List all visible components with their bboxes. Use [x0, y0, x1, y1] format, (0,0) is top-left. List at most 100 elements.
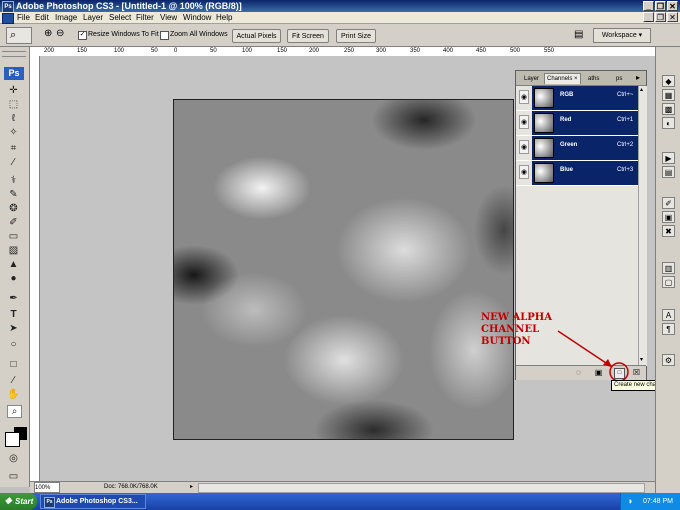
history-brush-icon[interactable]: ✐	[7, 217, 20, 228]
workspace-menu[interactable]: Workspace ▾	[593, 28, 651, 43]
color-icon[interactable]: ▦	[662, 89, 675, 101]
clone-stamp-icon[interactable]: ❂	[7, 203, 20, 214]
zoom-all-windows-checkbox[interactable]	[160, 31, 169, 40]
resize-windows-checkbox[interactable]: ✓	[78, 31, 87, 40]
print-size-button[interactable]: Print Size	[336, 29, 376, 43]
menu-window[interactable]: Window	[183, 12, 211, 24]
history-icon[interactable]: ▤	[662, 166, 675, 178]
zoom-icon[interactable]: ⌕	[7, 405, 22, 418]
channel-row-blue[interactable]: ◉ Blue Ctrl+3	[516, 161, 638, 186]
healing-brush-icon[interactable]: ⚕	[7, 175, 20, 186]
blur-icon[interactable]: ▲	[7, 259, 20, 270]
eye-icon[interactable]: ◉	[519, 140, 529, 154]
channel-row-green[interactable]: ◉ Green Ctrl+2	[516, 136, 638, 161]
eye-icon[interactable]: ◉	[519, 90, 529, 104]
toolbox-grip[interactable]	[2, 51, 26, 57]
taskbar-item-photoshop[interactable]: Ps Adobe Photoshop CS3...	[40, 494, 146, 509]
styles-icon[interactable]: ◐	[662, 117, 675, 129]
hand-icon[interactable]: ✋	[7, 389, 20, 400]
close-button[interactable]: ✕	[667, 1, 678, 11]
menu-edit[interactable]: Edit	[35, 12, 49, 24]
ruler-label: 50	[210, 48, 217, 54]
menu-filter[interactable]: Filter	[136, 12, 154, 24]
swatches-icon[interactable]: ▩	[662, 103, 675, 115]
tab-channels[interactable]: Channels ×	[544, 73, 581, 84]
zoom-in-icon[interactable]: ⊕	[44, 28, 52, 39]
doc-minimize-button[interactable]: _	[643, 12, 654, 22]
eye-icon[interactable]: ◉	[519, 115, 529, 129]
shape-icon[interactable]: ○	[7, 339, 20, 350]
clone-source-icon[interactable]: ✖	[662, 225, 675, 237]
actions-icon[interactable]: ▶	[662, 152, 675, 164]
layer-comps-icon[interactable]: ▥	[662, 262, 675, 274]
status-menu-icon[interactable]: ▸	[190, 482, 193, 492]
panel-menu-icon[interactable]: ▸	[636, 73, 640, 82]
menu-file[interactable]: File	[17, 12, 30, 24]
info-icon[interactable]: ▢	[662, 276, 675, 288]
eyedropper-icon[interactable]: ∕	[7, 157, 20, 168]
photoshop-badge[interactable]: Ps	[4, 67, 24, 80]
marquee-icon[interactable]: ⬚	[7, 99, 20, 110]
character-icon[interactable]: A	[662, 309, 675, 321]
channel-thumbnail	[534, 138, 554, 158]
eraser-icon[interactable]: ▭	[7, 231, 20, 242]
eyedropper2-icon[interactable]: ∕	[7, 375, 20, 386]
foreground-color-swatch[interactable]	[5, 432, 20, 447]
brushes-icon[interactable]: ✐	[662, 197, 675, 209]
settings-icon[interactable]: ⚙	[662, 354, 675, 366]
maximize-button[interactable]: ❐	[655, 1, 666, 11]
gradient-icon[interactable]: ▧	[7, 245, 20, 256]
fit-screen-button[interactable]: Fit Screen	[287, 29, 329, 43]
quick-mask-icon[interactable]: ◎	[7, 453, 20, 464]
vertical-ruler	[30, 56, 40, 481]
tab-history[interactable]: ps	[616, 74, 622, 84]
doc-restore-button[interactable]: ❐	[655, 12, 666, 22]
crop-icon[interactable]: ⌗	[7, 143, 20, 154]
annotation-text: NEW ALPHA CHANNEL BUTTON	[481, 312, 552, 348]
type-icon[interactable]: T	[7, 309, 20, 320]
tab-close-icon[interactable]: ×	[574, 76, 578, 82]
paragraph-icon[interactable]: ¶	[662, 323, 675, 335]
ruler-label: 50	[151, 48, 158, 54]
menu-help[interactable]: Help	[216, 12, 232, 24]
zoom-out-icon[interactable]: ⊖	[56, 28, 64, 39]
channel-row-red[interactable]: ◉ Red Ctrl+1	[516, 111, 638, 136]
channel-shortcut: Ctrl+3	[617, 167, 634, 173]
lasso-icon[interactable]: ℓ	[7, 113, 20, 124]
tool-presets-icon[interactable]: ▣	[662, 211, 675, 223]
tab-paths[interactable]: aths	[588, 74, 599, 84]
image-canvas[interactable]	[173, 99, 514, 440]
channel-shortcut: Ctrl+1	[617, 117, 634, 123]
menu-view[interactable]: View	[160, 12, 177, 24]
move-icon[interactable]: ✛	[7, 85, 20, 96]
scroll-up-icon[interactable]: ▴	[640, 86, 643, 93]
brush-icon[interactable]: ✎	[7, 189, 20, 200]
brushes-palette-icon[interactable]: ▤	[574, 29, 583, 40]
minimize-button[interactable]: _	[643, 1, 654, 11]
scroll-down-icon[interactable]: ▾	[640, 356, 643, 363]
menu-select[interactable]: Select	[109, 12, 131, 24]
actual-pixels-button[interactable]: Actual Pixels	[232, 29, 281, 43]
tool-preset-picker[interactable]: ⌕	[6, 27, 32, 44]
magic-wand-icon[interactable]: ✧	[7, 127, 20, 138]
panel-scrollbar[interactable]: ▴ ▾	[638, 86, 647, 366]
tab-layers[interactable]: Layer	[524, 74, 539, 84]
channel-row-rgb[interactable]: ◉ RGB Ctrl+~	[516, 86, 638, 111]
start-button[interactable]: ❖ Start	[0, 493, 37, 510]
annotation-circle	[609, 362, 629, 382]
tray-icon[interactable]: ◑	[627, 493, 632, 510]
dodge-icon[interactable]: ●	[7, 273, 20, 284]
doc-close-button[interactable]: ✕	[667, 12, 678, 22]
screen-mode-icon[interactable]: ▭	[7, 471, 20, 482]
ruler-label: 550	[544, 48, 555, 54]
pen-icon[interactable]: ✒	[7, 293, 20, 304]
document-icon[interactable]	[2, 13, 14, 24]
navigator-icon[interactable]: ◆	[662, 75, 675, 87]
horizontal-scrollbar[interactable]	[198, 483, 645, 493]
zoom-level-field[interactable]: 100%	[34, 482, 60, 493]
path-select-icon[interactable]: ➤	[7, 323, 20, 334]
notes-icon[interactable]: □	[7, 359, 20, 370]
menu-image[interactable]: Image	[55, 12, 77, 24]
eye-icon[interactable]: ◉	[519, 165, 529, 179]
menu-layer[interactable]: Layer	[83, 12, 103, 24]
